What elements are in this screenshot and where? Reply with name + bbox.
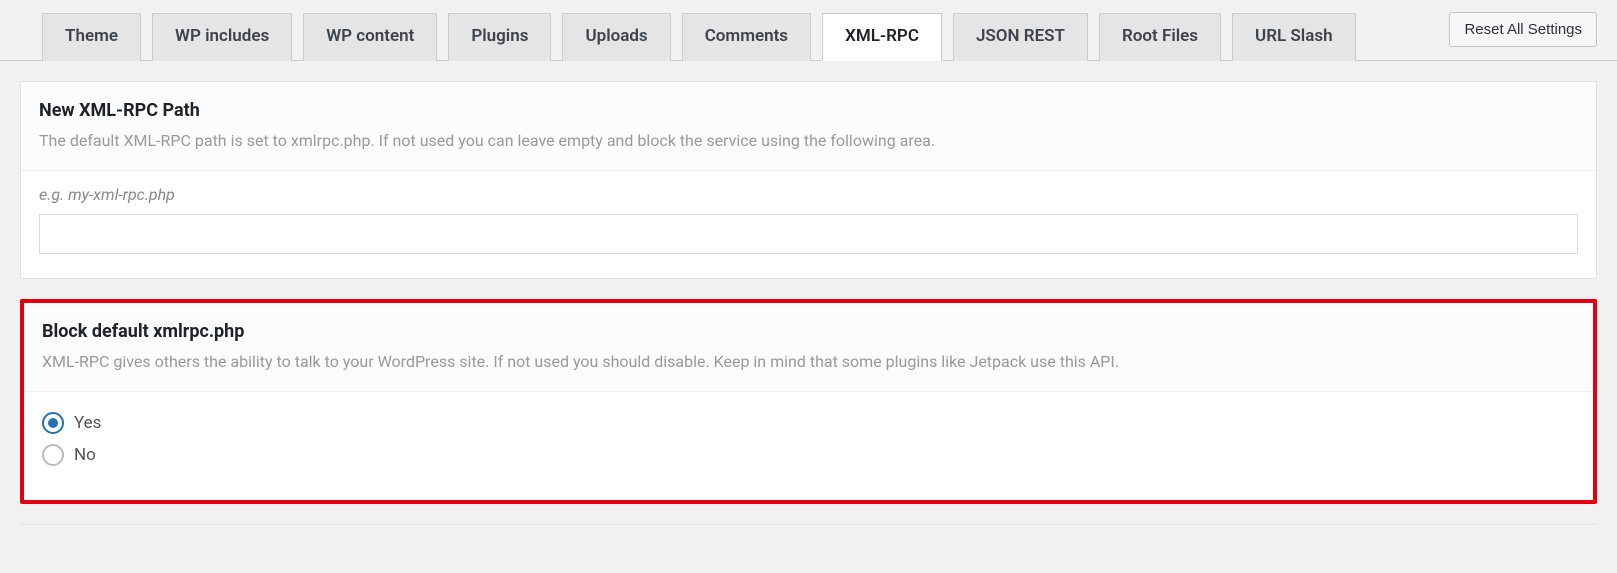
section-description: The default XML-RPC path is set to xmlrp… — [39, 131, 1578, 150]
radio-input-yes[interactable] — [42, 412, 64, 434]
section-title: Block default xmlrpc.php — [42, 321, 1575, 342]
tab-wp-includes[interactable]: WP includes — [152, 13, 292, 61]
tab-list: Theme WP includes WP content Plugins Upl… — [42, 12, 1437, 60]
section-body: e.g. my-xml-rpc.php — [21, 171, 1596, 278]
radio-label: Yes — [74, 413, 101, 433]
tab-toolbar: Theme WP includes WP content Plugins Upl… — [0, 0, 1617, 61]
section-title: New XML-RPC Path — [39, 100, 1578, 121]
section-header: New XML-RPC Path The default XML-RPC pat… — [21, 82, 1596, 171]
section-block-xmlrpc: Block default xmlrpc.php XML-RPC gives o… — [20, 299, 1597, 504]
tab-plugins[interactable]: Plugins — [448, 13, 551, 61]
reset-all-button[interactable]: Reset All Settings — [1449, 12, 1597, 47]
radio-label: No — [74, 445, 96, 465]
tab-url-slash[interactable]: URL Slash — [1232, 13, 1356, 61]
tab-xml-rpc[interactable]: XML-RPC — [822, 13, 942, 61]
radio-option-yes[interactable]: Yes — [42, 412, 1575, 434]
xmlrpc-path-input[interactable] — [39, 214, 1578, 254]
tab-uploads[interactable]: Uploads — [562, 13, 670, 61]
section-new-xmlrpc-path: New XML-RPC Path The default XML-RPC pat… — [20, 81, 1597, 279]
section-header: Block default xmlrpc.php XML-RPC gives o… — [24, 303, 1593, 392]
input-hint: e.g. my-xml-rpc.php — [39, 185, 1578, 204]
tab-root-files[interactable]: Root Files — [1099, 13, 1221, 61]
tab-wp-content[interactable]: WP content — [303, 13, 437, 61]
section-description: XML-RPC gives others the ability to talk… — [42, 352, 1575, 371]
radio-input-no[interactable] — [42, 444, 64, 466]
radio-option-no[interactable]: No — [42, 444, 1575, 466]
section-body: Yes No — [24, 392, 1593, 500]
tab-theme[interactable]: Theme — [42, 13, 141, 61]
tab-comments[interactable]: Comments — [682, 13, 811, 61]
panel-divider — [20, 524, 1597, 530]
tab-json-rest[interactable]: JSON REST — [953, 13, 1088, 61]
